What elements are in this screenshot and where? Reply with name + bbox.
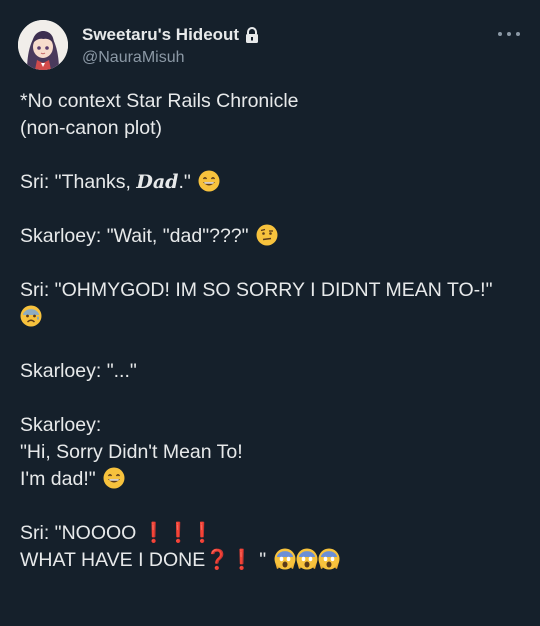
screaming-face-emoji-icon: [296, 548, 318, 570]
text-line: I'm dad!": [20, 466, 525, 493]
text-line-8: "Hi, Sorry Didn't Mean To!: [20, 441, 243, 463]
dot: [507, 32, 511, 36]
tweet-text: *No context Star Rails Chronicle (non-ca…: [20, 88, 525, 574]
text-line: Sri: "Thanks, Dad.": [20, 169, 525, 196]
grinning-face-emoji-icon: [198, 170, 220, 192]
avatar[interactable]: [18, 20, 68, 70]
text-line-4: Skarloey: "Wait, "dad"???": [20, 225, 249, 247]
text-line: WHAT HAVE I DONE❓❗ ": [20, 547, 525, 574]
author-names: Sweetaru's Hideout @NauraMisuh: [82, 24, 259, 67]
more-options-icon[interactable]: [498, 26, 520, 42]
text-line-5: Sri: "OHMYGOD! IM SO SORRY I DIDNT MEAN …: [20, 279, 493, 301]
text-line-10: Sri: "NOOOO: [20, 522, 137, 544]
tweet: Sweetaru's Hideout @NauraMisuh *No conte…: [0, 0, 540, 626]
text-line: [20, 304, 525, 331]
question-exclamation-marks: ❓❗: [205, 549, 254, 571]
author-handle[interactable]: @NauraMisuh: [82, 49, 259, 67]
raised-eyebrow-emoji-icon: [256, 224, 278, 246]
text-line: Sri: "OHMYGOD! IM SO SORRY I DIDNT MEAN …: [20, 277, 525, 304]
text-line: Skarloey: "...": [20, 358, 525, 385]
anxious-sweat-emoji-icon: [20, 305, 42, 327]
exclamation-marks: ❗❗❗: [141, 522, 215, 544]
text-line: "Hi, Sorry Didn't Mean To!: [20, 439, 525, 466]
closing-quote: ": [259, 549, 267, 571]
grinning-face-emoji-icon: [103, 467, 125, 489]
anime-girl-avatar-icon: [18, 20, 68, 70]
text-line: *No context Star Rails Chronicle: [20, 88, 525, 115]
lock-icon: [245, 26, 259, 44]
screaming-face-emoji-icon: [274, 548, 296, 570]
text-line-3-end: .": [178, 171, 191, 193]
text-line: (non-canon plot): [20, 115, 525, 142]
text-line-6: Skarloey: "...": [20, 360, 137, 382]
display-name[interactable]: Sweetaru's Hideout: [82, 25, 239, 45]
tweet-header: Sweetaru's Hideout @NauraMisuh: [18, 20, 522, 74]
dot: [516, 32, 520, 36]
text-line-7: Skarloey:: [20, 414, 102, 436]
display-name-row: Sweetaru's Hideout: [82, 24, 259, 46]
text-line-1: *No context Star Rails Chronicle: [20, 90, 299, 112]
screaming-face-emoji-icon: [318, 548, 340, 570]
text-line-3-start: Sri: "Thanks,: [20, 171, 137, 193]
text-line: Skarloey: "Wait, "dad"???": [20, 223, 525, 250]
dad-emphasis: Dad: [136, 171, 179, 193]
text-line: Skarloey:: [20, 412, 525, 439]
text-line-9: I'm dad!": [20, 468, 96, 490]
dot: [498, 32, 502, 36]
text-line-11: WHAT HAVE I DONE: [20, 549, 206, 571]
text-line: Sri: "NOOOO ❗❗❗: [20, 520, 525, 547]
text-line-2: (non-canon plot): [20, 117, 163, 139]
